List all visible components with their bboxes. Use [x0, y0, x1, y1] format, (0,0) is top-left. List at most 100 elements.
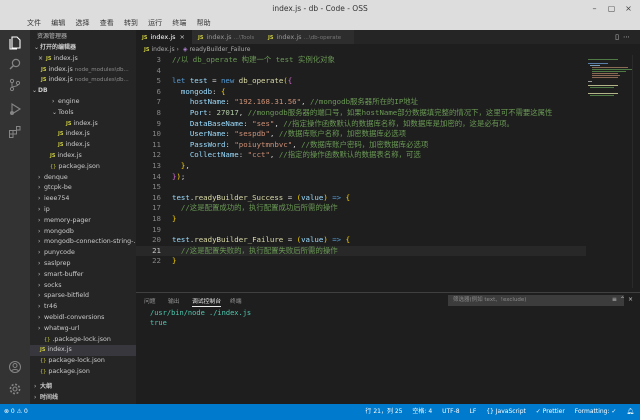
open-editor-item[interactable]: JS index.js node_modules\db...	[30, 65, 136, 76]
outline-section[interactable]: › 大纲	[30, 382, 136, 393]
code-line[interactable]: 19	[136, 225, 586, 236]
folder-item[interactable]: › webidl-conversions	[30, 313, 136, 324]
menu-help[interactable]: 帮助	[197, 17, 211, 30]
folder-item[interactable]: › punycode	[30, 248, 136, 259]
editor-scrollbar[interactable]	[632, 55, 640, 288]
code-line[interactable]: 9 DataBaseName: "ses", //指定操作函数默认的数据库名称，…	[136, 119, 586, 130]
file-item[interactable]: JS index.js	[30, 119, 136, 130]
extensions-icon[interactable]	[8, 125, 22, 139]
code-line[interactable]: 3 //以 db_operate 构建一个 test 实例化对象	[136, 55, 586, 66]
folder-item[interactable]: › gtcpk-be	[30, 183, 136, 194]
code-line[interactable]: 13 },	[136, 161, 586, 172]
code-line[interactable]: 16 test.readyBuilder_Success = (value) =>…	[136, 193, 586, 204]
folder-item[interactable]: ⌄Tools	[30, 108, 136, 119]
code-line[interactable]: 14});	[136, 172, 586, 183]
file-item[interactable]: {} package-lock.json	[30, 356, 136, 367]
prettier-status[interactable]: ✓ Prettier	[536, 408, 565, 415]
chevron-up-icon[interactable]: ⌃	[620, 296, 628, 303]
folder-item[interactable]: › mongodb	[30, 227, 136, 238]
folder-item[interactable]: › ieee754	[30, 194, 136, 205]
code-line[interactable]: 10 UserName: "sespdb", //数据库账户名称，加密数据库必选…	[136, 129, 586, 140]
run-debug-icon[interactable]	[8, 102, 22, 116]
encoding[interactable]: UTF-8	[442, 408, 460, 415]
code-line[interactable]: 22}	[136, 256, 586, 267]
language-mode[interactable]: {} JavaScript	[486, 408, 526, 415]
breadcrumb-file[interactable]: index.js	[151, 46, 174, 53]
folder-item[interactable]: › whatwg-url	[30, 324, 136, 335]
line-ending[interactable]: LF	[470, 408, 477, 415]
open-editor-item[interactable]: × JS index.js	[30, 54, 136, 65]
file-item[interactable]: JS index.js	[30, 140, 136, 151]
code-line[interactable]: 6 mongodb: {	[136, 87, 586, 98]
split-editor-icon[interactable]: ▯	[615, 33, 623, 41]
code-line[interactable]: 18}	[136, 214, 586, 225]
account-icon[interactable]	[8, 360, 22, 374]
notifications-icon[interactable]: 🔔︎	[626, 408, 634, 415]
menu-edit[interactable]: 编辑	[51, 17, 65, 30]
explorer-icon[interactable]	[8, 36, 22, 50]
close-icon[interactable]: ×	[180, 33, 185, 41]
code-line[interactable]: 12 CollectName: "cct", //指定的操作函数默认的数据表名称…	[136, 150, 586, 161]
debug-console-filter-input[interactable]: 筛选器(例如 text、!exclude)	[448, 295, 624, 306]
tab-problems[interactable]: 问题	[144, 296, 156, 305]
code-line[interactable]: 4	[136, 66, 586, 77]
search-icon[interactable]	[8, 57, 22, 71]
folder-item[interactable]: › ip	[30, 205, 136, 216]
menu-terminal[interactable]: 终端	[172, 17, 186, 30]
folder-item[interactable]: › tr46	[30, 302, 136, 313]
clear-console-icon[interactable]: ≡	[612, 296, 620, 303]
code-line[interactable]: 21 //这是配置失败的，执行配置失败后所需的操作	[136, 245, 586, 257]
indentation[interactable]: 空格: 4	[412, 408, 432, 415]
folder-item[interactable]: › smart-buffer	[30, 270, 136, 281]
source-control-icon[interactable]	[8, 78, 22, 92]
open-editor-item[interactable]: JS index.js node_modules\db...	[30, 75, 136, 86]
workspace-folder-db[interactable]: ⌄DB	[30, 86, 136, 97]
menu-go[interactable]: 转到	[124, 17, 138, 30]
code-line[interactable]: 7 hostName: "192.168.31.56", //mongodb服务…	[136, 97, 586, 108]
folder-item[interactable]: › saslprep	[30, 259, 136, 270]
file-item[interactable]: {} package.json	[30, 367, 136, 378]
menu-run[interactable]: 运行	[148, 17, 162, 30]
folder-item[interactable]: › mongodb-connection-string-...	[30, 237, 136, 248]
code-editor[interactable]: 3 //以 db_operate 构建一个 test 实例化对象 4 5 let tes…	[136, 55, 586, 288]
tab-terminal[interactable]: 终端	[230, 296, 242, 305]
folder-item[interactable]: › sparse-bitfield	[30, 291, 136, 302]
minimap[interactable]	[586, 55, 632, 288]
file-item[interactable]: {} package.json	[30, 162, 136, 173]
formatting-status[interactable]: Formatting: ✓	[575, 408, 617, 415]
settings-gear-icon[interactable]	[8, 382, 22, 396]
minimize-icon[interactable]: –	[590, 4, 599, 13]
open-editors-section[interactable]: ⌄打开的编辑器	[30, 43, 136, 54]
cursor-position[interactable]: 行 21，列 25	[365, 408, 402, 415]
file-item[interactable]: JS index.js	[30, 345, 136, 357]
folder-item[interactable]: › socks	[30, 281, 136, 292]
menu-selection[interactable]: 选择	[75, 17, 89, 30]
tab-tools-index-js[interactable]: JS index.js ...\Tools	[192, 30, 262, 44]
breadcrumb-symbol[interactable]: readyBuilder_Failure	[189, 46, 250, 53]
menu-file[interactable]: 文件	[27, 17, 41, 30]
code-line[interactable]: 17 //这是配置成功的，执行配置成功后所需的操作	[136, 203, 586, 214]
timeline-section[interactable]: › 时间线	[30, 393, 136, 404]
problems-status[interactable]: ⊗ 0 ⚠ 0	[4, 404, 28, 420]
folder-item[interactable]: › memory-pager	[30, 216, 136, 227]
tab-db-operate-index-js[interactable]: JS index.js ...\db-operate	[262, 30, 354, 44]
more-actions-icon[interactable]: ⋯	[623, 33, 634, 41]
tab-output[interactable]: 输出	[168, 296, 180, 305]
folder-item[interactable]: › engine	[30, 97, 136, 108]
tab-debug-console[interactable]: 调试控制台	[192, 296, 221, 307]
close-icon[interactable]: ×	[628, 296, 636, 303]
maximize-icon[interactable]: ▢	[607, 4, 616, 13]
folder-item[interactable]: › denque	[30, 173, 136, 184]
file-item[interactable]: JS index.js	[30, 151, 136, 162]
code-line[interactable]: 11 PassWord: "poiuytmnbvc", //数据库账户密码，加密…	[136, 140, 586, 151]
code-line[interactable]: 15	[136, 182, 586, 193]
menu-view[interactable]: 查看	[100, 17, 114, 30]
tab-index-js[interactable]: JS index.js ×	[136, 30, 192, 44]
file-item[interactable]: {} .package-lock.json	[30, 335, 136, 346]
close-icon[interactable]: ×	[38, 55, 43, 62]
code-line[interactable]: 20 test.readyBuilder_Failure = (value) =>…	[136, 235, 586, 246]
file-item[interactable]: JS index.js	[30, 129, 136, 140]
close-icon[interactable]: ×	[624, 4, 633, 13]
code-line[interactable]: 8 Port: 27017, //mongodb服务器的端口号，如果hostNa…	[136, 108, 586, 119]
code-line[interactable]: 5 let test = new db_operate({	[136, 76, 586, 87]
